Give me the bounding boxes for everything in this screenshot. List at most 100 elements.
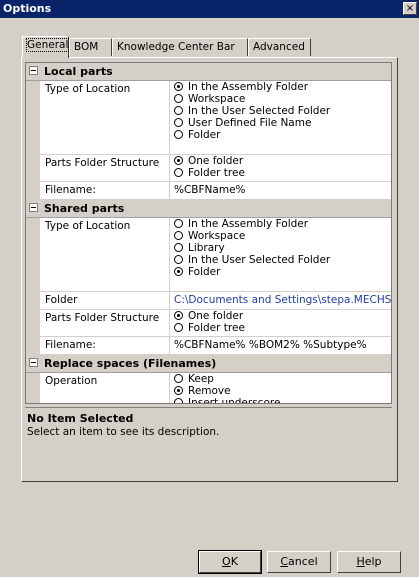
radio-option[interactable]: Folder (174, 267, 391, 278)
radio-group-local-structure: One folder Folder tree (169, 155, 391, 181)
description-pane: No Item Selected Select an item to see i… (25, 407, 392, 479)
category-replace-spaces-label: Replace spaces (Filenames) (44, 357, 217, 370)
radio-option-label: Folder tree (188, 167, 245, 179)
property-label: Type of Location (45, 83, 131, 95)
radio-icon[interactable] (174, 255, 183, 264)
local-filename-field[interactable]: %CBFName% (169, 182, 391, 199)
radio-option[interactable]: In the User Selected Folder (174, 106, 391, 117)
radio-group-local-type: In the Assembly Folder Workspace In the Us… (169, 81, 391, 154)
radio-option-label: Workspace (188, 93, 246, 105)
radio-group-shared-structure: One folder Folder tree (169, 310, 391, 336)
shared-filename-value: %CBFName% %BOM2% %Subtype% (174, 339, 367, 351)
tab-knowledge-center-bar[interactable]: Knowledge Center Bar (112, 38, 248, 56)
property-label: Folder (45, 294, 78, 306)
radio-option[interactable]: Folder tree (174, 168, 391, 179)
collapse-icon[interactable] (29, 203, 38, 212)
radio-icon[interactable] (174, 82, 183, 91)
radio-option[interactable]: In the User Selected Folder (174, 255, 391, 266)
property-row-shared-structure: Parts Folder Structure One folder Folder … (26, 310, 391, 337)
description-title: No Item Selected (27, 412, 134, 425)
radio-icon[interactable] (174, 374, 183, 383)
radio-option-label: Folder (188, 266, 221, 278)
radio-icon[interactable] (174, 219, 183, 228)
radio-option-label: Folder tree (188, 322, 245, 334)
radio-icon[interactable] (174, 118, 183, 127)
radio-option[interactable]: Library (174, 243, 391, 254)
shared-folder-field[interactable]: C:\Documents and Settings\stepa.MECHSOFT… (169, 292, 391, 309)
help-button[interactable]: Help (337, 551, 401, 573)
radio-option-label: User Defined File Name (188, 117, 312, 129)
radio-icon[interactable] (174, 94, 183, 103)
radio-option[interactable]: Remove (174, 386, 391, 397)
category-shared-parts-label: Shared parts (44, 202, 125, 215)
category-replace-spaces[interactable]: Replace spaces (Filenames) (26, 355, 391, 373)
category-local-parts[interactable]: Local parts (26, 63, 391, 81)
radio-icon[interactable] (174, 311, 183, 320)
radio-option[interactable]: Folder tree (174, 323, 391, 334)
collapse-icon[interactable] (29, 358, 38, 367)
radio-group-operation: Keep Remove Insert underscore (169, 373, 391, 404)
local-filename-value: %CBFName% (174, 184, 246, 196)
radio-option[interactable]: Keep (174, 374, 391, 385)
tab-advanced-label: Advanced (253, 41, 305, 53)
radio-icon[interactable] (174, 323, 183, 332)
property-row-shared-type: Type of Location In the Assembly Folder W… (26, 218, 391, 292)
property-label: Filename: (45, 184, 96, 196)
tab-bom[interactable]: BOM (69, 38, 112, 56)
radio-option[interactable]: Workspace (174, 231, 391, 242)
radio-option[interactable]: In the Assembly Folder (174, 82, 391, 93)
description-text: Select an item to see its description. (27, 426, 220, 438)
radio-icon[interactable] (174, 130, 183, 139)
property-label: Operation (45, 375, 98, 387)
radio-option-label: One folder (188, 310, 244, 322)
radio-option-label: In the User Selected Folder (188, 254, 331, 266)
property-row-local-structure: Parts Folder Structure One folder Folder … (26, 155, 391, 182)
cancel-button[interactable]: Cancel (267, 551, 331, 573)
tab-general-label: General (25, 38, 70, 52)
property-row-shared-folder: Folder C:\Documents and Settings\stepa.M… (26, 292, 391, 310)
radio-option[interactable]: Insert underscore (174, 397, 391, 404)
property-row-operation: Operation Keep Remove Insert underscore (26, 373, 391, 404)
category-local-parts-label: Local parts (44, 65, 113, 78)
property-label: Type of Location (45, 220, 131, 232)
radio-icon[interactable] (174, 168, 183, 177)
tab-knowledge-center-bar-label: Knowledge Center Bar (117, 41, 235, 53)
radio-icon[interactable] (174, 243, 183, 252)
title-bar: Options × (0, 0, 419, 18)
radio-option[interactable]: In the Assembly Folder (174, 219, 391, 230)
radio-option-label: Keep (188, 373, 214, 385)
radio-icon[interactable] (174, 231, 183, 240)
property-row-local-type: Type of Location In the Assembly Folder W… (26, 81, 391, 155)
radio-option[interactable]: User Defined File Name (174, 118, 391, 129)
property-label: Parts Folder Structure (45, 157, 160, 169)
radio-option-label: Folder (188, 129, 221, 141)
radio-option-label: Workspace (188, 230, 246, 242)
radio-option-label: Library (188, 242, 225, 254)
radio-option-label: In the Assembly Folder (188, 218, 309, 230)
tab-general[interactable]: General (22, 36, 70, 58)
radio-icon[interactable] (174, 106, 183, 115)
property-label: Filename: (45, 339, 96, 351)
ok-button[interactable]: OK (198, 550, 262, 574)
shared-filename-field[interactable]: %CBFName% %BOM2% %Subtype% (169, 337, 391, 354)
radio-icon[interactable] (174, 156, 183, 165)
radio-option-label: Insert underscore (188, 397, 281, 404)
tab-advanced[interactable]: Advanced (248, 38, 311, 56)
property-label: Parts Folder Structure (45, 312, 160, 324)
radio-option-label: In the User Selected Folder (188, 105, 331, 117)
collapse-icon[interactable] (29, 66, 38, 75)
radio-option[interactable]: Folder (174, 130, 391, 141)
category-shared-parts[interactable]: Shared parts (26, 200, 391, 218)
close-icon[interactable]: × (403, 2, 417, 15)
property-grid: Local parts Type of Location In the Asse… (25, 62, 392, 404)
radio-option[interactable]: One folder (174, 311, 391, 322)
radio-option-label: One folder (188, 155, 244, 167)
radio-option[interactable]: Workspace (174, 94, 391, 105)
radio-option-label: Remove (188, 385, 231, 397)
property-row-shared-filename: Filename: %CBFName% %BOM2% %Subtype% (26, 337, 391, 355)
radio-icon[interactable] (174, 398, 183, 403)
radio-icon[interactable] (174, 267, 183, 276)
radio-icon[interactable] (174, 386, 183, 395)
radio-option[interactable]: One folder (174, 156, 391, 167)
shared-folder-value: C:\Documents and Settings\stepa.MECHSOFT… (174, 294, 391, 306)
